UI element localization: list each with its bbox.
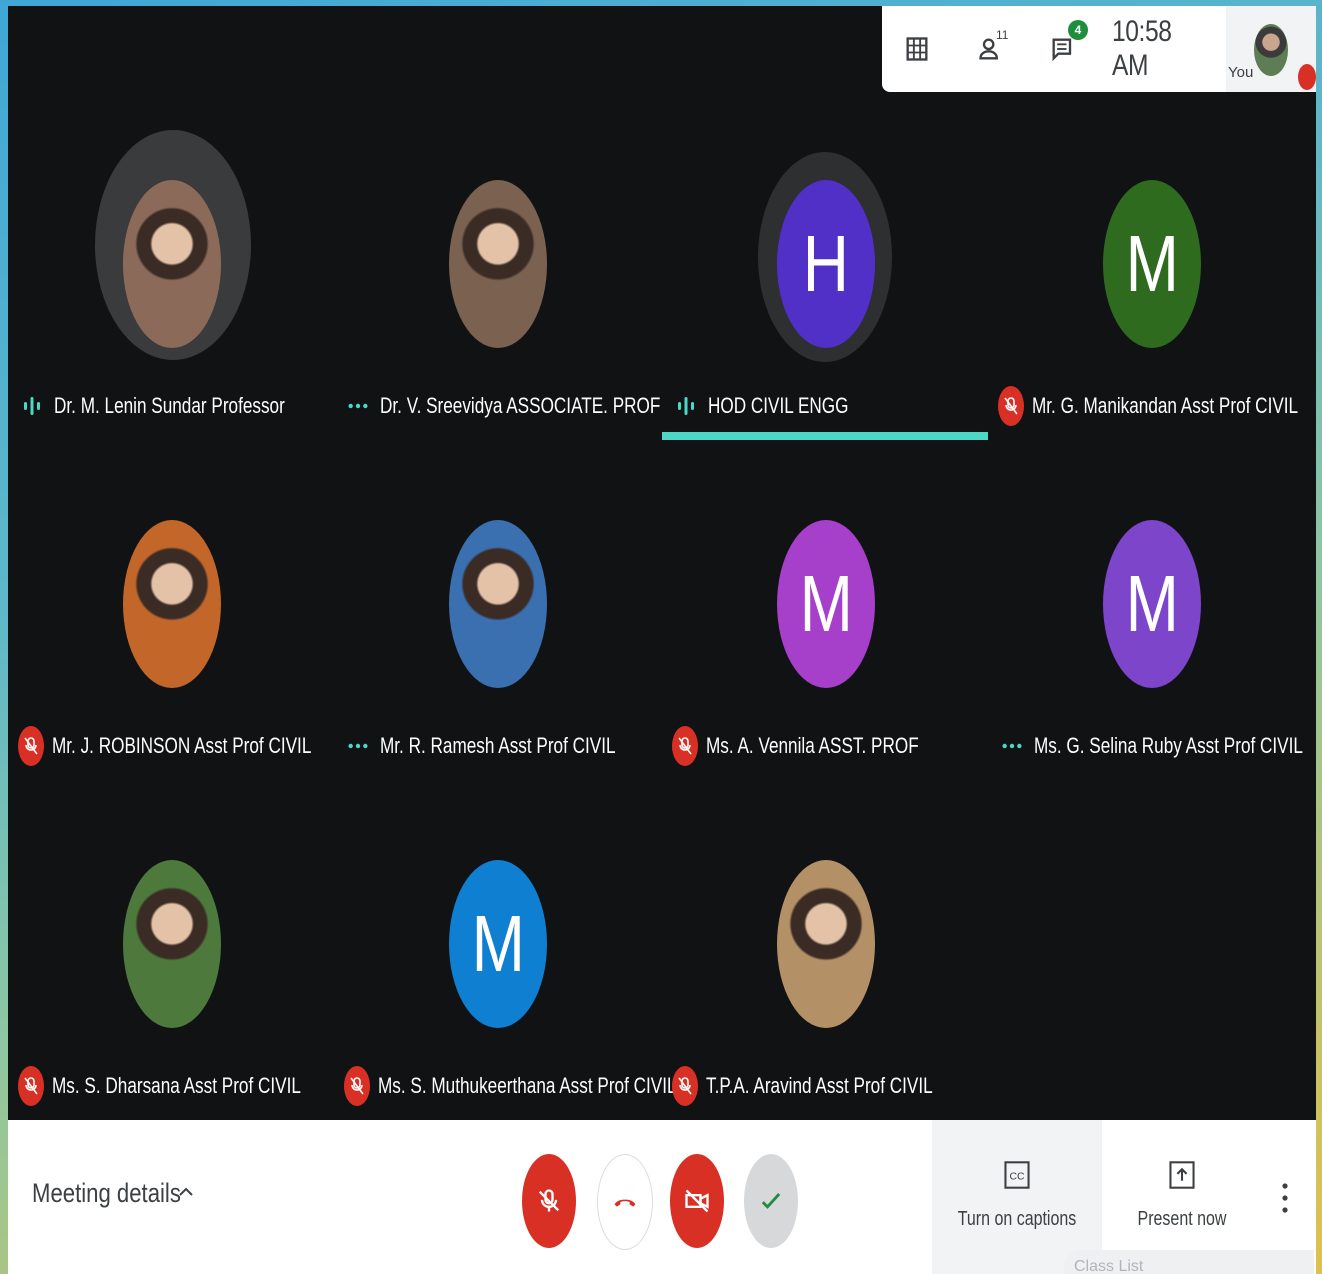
avatar-initial: M <box>1125 219 1179 308</box>
chevron-up-icon[interactable] <box>174 1180 198 1204</box>
svg-text:CC: CC <box>1010 1172 1025 1183</box>
camera-off-icon <box>685 1189 709 1213</box>
participant-tile[interactable]: T.P.A. Aravind Asst Prof CIVIL <box>662 686 988 1106</box>
participant-name: Ms. S. Muthukeerthana Asst Prof CIVIL <box>378 1073 677 1098</box>
avatar: M <box>1103 180 1201 348</box>
avatar <box>449 180 547 348</box>
avatar: M <box>449 860 547 1028</box>
bottom-bar: Meeting details CC Turn on captions Pres… <box>8 1120 1316 1274</box>
avatar-initial: M <box>799 559 853 648</box>
present-screen-icon <box>1169 1161 1195 1189</box>
avatar <box>123 180 221 348</box>
participant-name-row: Ms. S. Dharsana Asst Prof CIVIL <box>18 1066 371 1106</box>
audio-idle-icon <box>998 728 1026 764</box>
participant-name: T.P.A. Aravind Asst Prof CIVIL <box>706 1073 933 1098</box>
extension-check-button[interactable] <box>744 1154 798 1248</box>
participant-name: Ms. S. Dharsana Asst Prof CIVIL <box>52 1073 301 1098</box>
avatar: M <box>1103 520 1201 688</box>
present-label: Present now <box>1137 1208 1227 1230</box>
camera-toggle-button[interactable] <box>670 1154 724 1248</box>
avatar <box>123 860 221 1028</box>
avatar-initial: H <box>802 219 850 308</box>
participant-tile[interactable]: Mr. J. ROBINSON Asst Prof CIVIL <box>8 346 334 766</box>
captions-label: Turn on captions <box>957 1208 1077 1230</box>
participant-tile[interactable]: M Ms. S. Muthukeerthana Asst Prof CIVIL <box>334 686 677 1106</box>
check-icon <box>761 1193 781 1209</box>
participant-tile[interactable]: M Ms. G. Selina Ruby Asst Prof CIVIL <box>988 346 1314 758</box>
microphone-toggle-button[interactable] <box>522 1154 576 1248</box>
muted-mic-icon <box>18 1066 44 1106</box>
avatar: H <box>777 180 875 348</box>
participant-name-row: Ms. G. Selina Ruby Asst Prof CIVIL <box>998 726 1316 766</box>
avatar <box>123 520 221 688</box>
avatar <box>449 520 547 688</box>
participant-tile[interactable]: M Mr. G. Manikandan Asst Prof CIVIL <box>988 6 1314 426</box>
avatar-initial: M <box>1125 559 1179 648</box>
meeting-details-button[interactable]: Meeting details <box>32 1178 181 1209</box>
muted-mic-icon <box>672 1066 698 1106</box>
leave-call-button[interactable] <box>597 1154 653 1250</box>
avatar <box>777 860 875 1028</box>
muted-mic-icon <box>344 1066 370 1106</box>
more-options-icon[interactable] <box>1278 1180 1292 1216</box>
participant-name: Ms. G. Selina Ruby Asst Prof CIVIL <box>1034 733 1303 758</box>
meet-window: 11 4 10:58 AM You Dr. M. Lenin Sundar Pr… <box>8 6 1316 1274</box>
participant-tile[interactable]: H HOD CIVIL ENGG <box>662 6 988 440</box>
mic-off-icon <box>538 1189 560 1212</box>
participant-name-row: T.P.A. Aravind Asst Prof CIVIL <box>672 1066 997 1106</box>
avatar: M <box>777 520 875 688</box>
avatar-initial: M <box>471 899 525 988</box>
participant-tile[interactable]: Mr. R. Ramesh Asst Prof CIVIL <box>334 346 660 758</box>
hang-up-icon <box>614 1199 636 1207</box>
class-list-tab[interactable]: Class List <box>1064 1250 1314 1274</box>
participant-tile[interactable]: Dr. V. Sreevidya ASSOCIATE. PROF <box>334 6 660 418</box>
participant-tile[interactable]: Ms. S. Dharsana Asst Prof CIVIL <box>8 686 334 1106</box>
participant-tile[interactable]: Dr. M. Lenin Sundar Professor <box>8 6 334 418</box>
closed-captions-icon: CC <box>1004 1161 1030 1189</box>
participant-tile[interactable]: M Ms. A. Vennila ASST. PROF <box>662 346 988 766</box>
